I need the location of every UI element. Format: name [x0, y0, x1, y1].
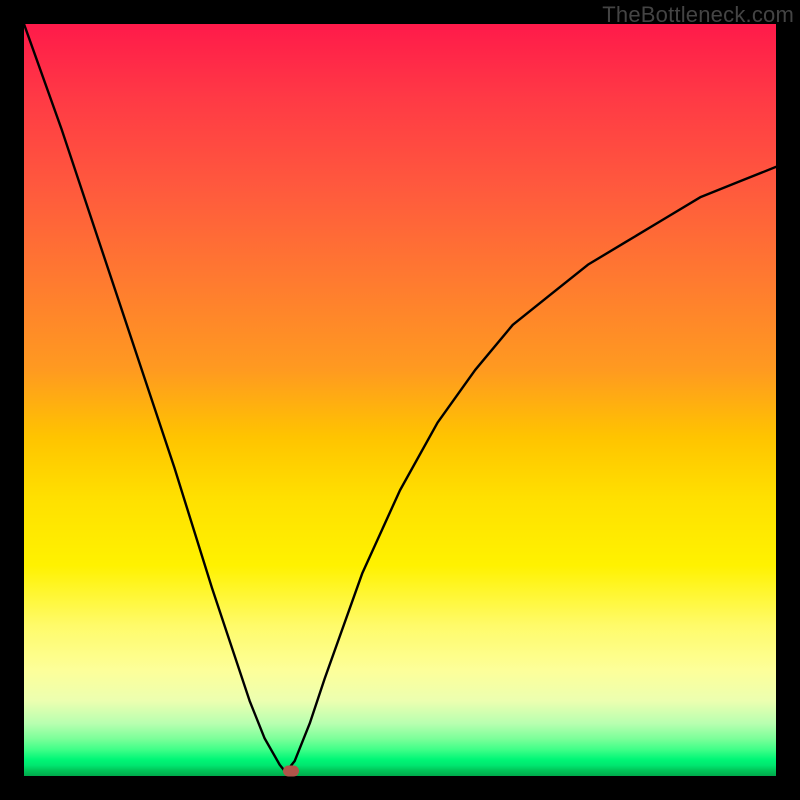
chart-frame: TheBottleneck.com [0, 0, 800, 800]
bottleneck-curve-path [24, 24, 776, 772]
plot-area [24, 24, 776, 776]
current-config-marker [283, 766, 299, 777]
curve-svg [24, 24, 776, 776]
